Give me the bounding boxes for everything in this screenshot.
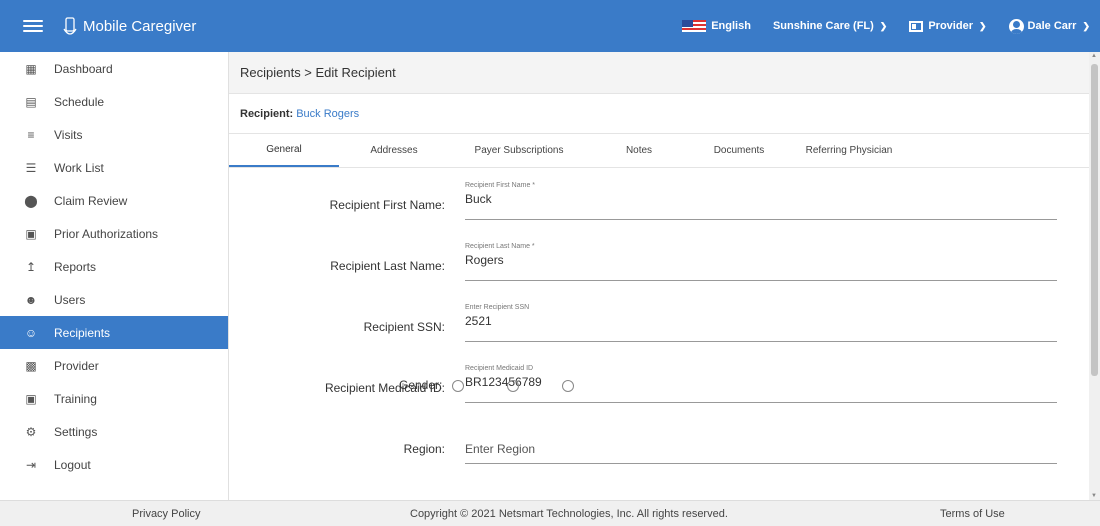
alert-icon: ⬤ — [24, 193, 38, 208]
terms-of-use-link[interactable]: Terms of Use — [940, 508, 1005, 520]
ssn-value[interactable]: 2521 — [465, 314, 1057, 328]
sidebar-item-settings[interactable]: ⚙ Settings — [0, 415, 228, 448]
region-label: Region: — [403, 441, 445, 456]
tab-addresses[interactable]: Addresses — [339, 134, 449, 167]
region-row: Region: Enter Region — [229, 412, 1089, 473]
copyright-text: Copyright © 2021 Netsmart Technologies, … — [410, 508, 728, 520]
phone-logo-icon — [63, 17, 77, 35]
sidebar-item-dashboard[interactable]: ▦ Dashboard — [0, 52, 228, 85]
brand: Mobile Caregiver — [63, 17, 196, 35]
ssn-field[interactable]: Enter Recipient SSN 2521 — [465, 298, 1057, 342]
region-placeholder[interactable]: Enter Region — [465, 442, 1057, 456]
agency-label: Sunshine Care (FL) — [772, 20, 874, 32]
last-name-field-label: Recipient Last Name * — [465, 243, 535, 250]
top-bar: Mobile Caregiver English Sunshine Care (… — [0, 0, 1100, 52]
sidebar-item-logout[interactable]: ⇥ Logout — [0, 448, 228, 481]
sidebar: ▦ Dashboard ▤ Schedule ≡ Visits ☰ Work L… — [0, 52, 229, 500]
chevron-down-icon: ❯ — [1082, 20, 1090, 31]
user-menu[interactable]: Dale Carr ❯ — [1008, 18, 1090, 34]
tab-general[interactable]: General — [229, 134, 339, 167]
scroll-up-icon[interactable]: ▲ — [1091, 53, 1097, 59]
gender-label: Gender: — [399, 378, 443, 392]
recipient-label: Recipient: — [240, 107, 294, 120]
menu-icon[interactable] — [23, 20, 43, 32]
recipient-form: Recipient First Name: Recipient First Na… — [229, 168, 1089, 500]
users-icon: ☻ — [24, 292, 38, 307]
sidebar-item-schedule[interactable]: ▤ Schedule — [0, 85, 228, 118]
us-flag-icon — [682, 20, 707, 32]
gender-row: Gender: — [399, 378, 575, 392]
tab-documents[interactable]: Documents — [689, 134, 789, 167]
training-icon: ▣ — [25, 391, 37, 406]
provider-card-icon — [909, 20, 924, 32]
role-selector[interactable]: Provider ❯ — [909, 20, 987, 32]
gender-radio-unknown[interactable] — [562, 379, 575, 392]
user-account-icon — [1008, 18, 1024, 34]
sidebar-item-recipients[interactable]: ☺ Recipients — [0, 316, 228, 349]
page-scrollbar[interactable]: ▲ ▼ — [1089, 52, 1100, 500]
sidebar-item-visits[interactable]: ≡ Visits — [0, 118, 228, 151]
sidebar-item-claim-review[interactable]: ⬤ Claim Review — [0, 184, 228, 217]
sidebar-item-work-list[interactable]: ☰ Work List — [0, 151, 228, 184]
chevron-down-icon: ❯ — [879, 20, 888, 31]
sidebar-item-training[interactable]: ▣ Training — [0, 382, 228, 415]
gear-icon: ⚙ — [25, 424, 37, 439]
dashboard-icon: ▦ — [25, 61, 37, 76]
last-name-label: Recipient Last Name: — [330, 258, 445, 273]
clipboard-icon: ▩ — [25, 358, 37, 373]
recipient-header: Recipient: Buck Rogers — [229, 94, 1089, 134]
first-name-row: Recipient First Name: Recipient First Na… — [229, 168, 1089, 229]
first-name-field[interactable]: Recipient First Name * Buck — [465, 176, 1057, 220]
app-title: Mobile Caregiver — [83, 17, 197, 35]
filter-icon: ≡ — [27, 127, 35, 142]
ssn-row: Recipient SSN: Enter Recipient SSN 2521 — [229, 290, 1089, 351]
main-content: Recipients > Edit Recipient Recipient: B… — [229, 52, 1089, 500]
medicaid-row: Recipient Medicaid ID: Recipient Medicai… — [229, 351, 1089, 412]
logout-icon: ⇥ — [25, 457, 37, 472]
medicaid-field-label: Recipient Medicaid ID — [465, 365, 534, 372]
agency-selector[interactable]: Sunshine Care (FL) ❯ — [773, 20, 887, 32]
language-label: English — [711, 20, 751, 32]
sidebar-item-users[interactable]: ☻ Users — [0, 283, 228, 316]
last-name-field[interactable]: Recipient Last Name * Rogers — [465, 237, 1057, 281]
footer: Privacy Policy Copyright © 2021 Netsmart… — [0, 500, 1100, 526]
calendar-icon: ▤ — [25, 94, 37, 109]
first-name-label: Recipient First Name: — [329, 197, 445, 212]
role-label: Provider — [928, 20, 973, 32]
recipients-icon: ☺ — [24, 325, 38, 340]
tab-referring-physician[interactable]: Referring Physician — [789, 134, 909, 167]
last-name-row: Recipient Last Name: Recipient Last Name… — [229, 229, 1089, 290]
breadcrumb: Recipients > Edit Recipient — [229, 52, 1089, 94]
ssn-field-label: Enter Recipient SSN — [465, 304, 530, 311]
recipient-name-link[interactable]: Buck Rogers — [296, 108, 359, 120]
sidebar-item-prior-authorizations[interactable]: ▣ Prior Authorizations — [0, 217, 228, 250]
first-name-field-label: Recipient First Name * — [465, 182, 536, 189]
scroll-thumb[interactable] — [1091, 64, 1098, 376]
last-name-value[interactable]: Rogers — [465, 253, 1057, 267]
tab-bar: General Addresses Payer Subscriptions No… — [229, 134, 1089, 168]
language-selector[interactable]: English — [682, 20, 751, 32]
ssn-label: Recipient SSN: — [363, 319, 445, 334]
scroll-down-icon[interactable]: ▼ — [1091, 493, 1097, 499]
region-field[interactable]: Enter Region — [465, 420, 1057, 464]
tab-notes[interactable]: Notes — [589, 134, 689, 167]
first-name-value[interactable]: Buck — [465, 192, 1057, 206]
calendar-check-icon: ▣ — [25, 226, 37, 241]
list-icon: ☰ — [25, 160, 37, 175]
user-name: Dale Carr — [1027, 20, 1077, 32]
chevron-down-icon: ❯ — [978, 20, 987, 31]
sidebar-item-provider[interactable]: ▩ Provider — [0, 349, 228, 382]
gender-radio-female[interactable] — [451, 379, 464, 392]
tab-payer-subscriptions[interactable]: Payer Subscriptions — [449, 134, 589, 167]
sidebar-item-reports[interactable]: ↥ Reports — [0, 250, 228, 283]
privacy-policy-link[interactable]: Privacy Policy — [132, 508, 200, 520]
gender-radio-male[interactable] — [507, 379, 520, 392]
trend-icon: ↥ — [25, 259, 37, 274]
